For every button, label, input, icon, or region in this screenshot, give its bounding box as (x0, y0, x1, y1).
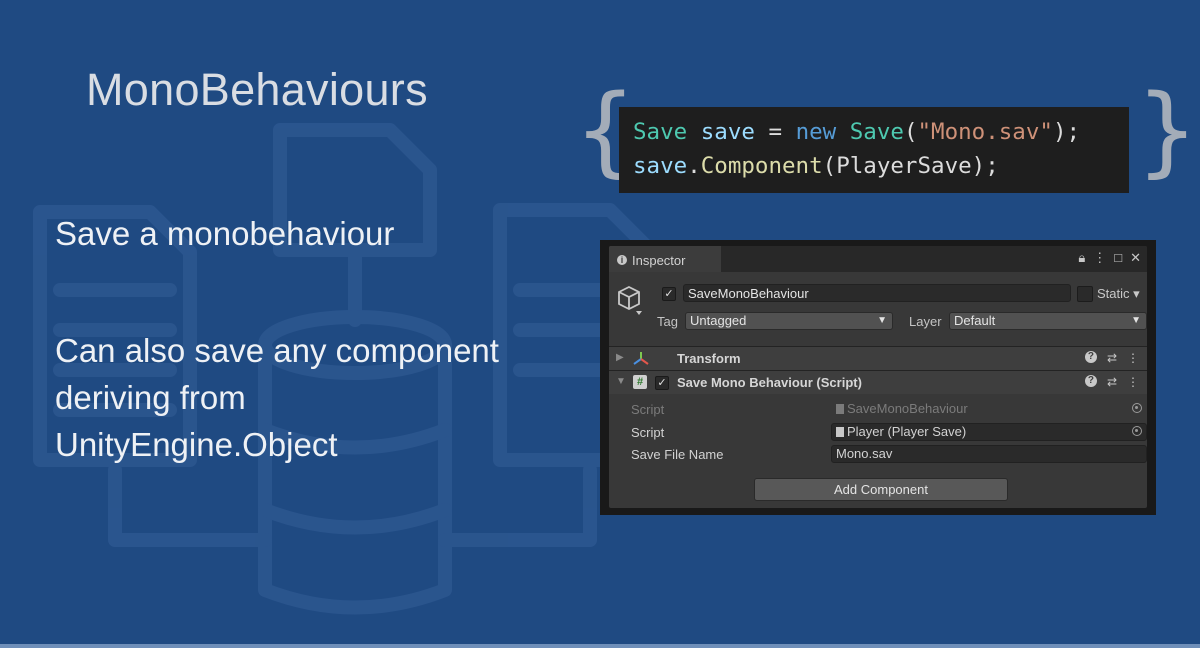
right-brace: } (1136, 74, 1199, 188)
component-enabled-checkbox[interactable]: ✓ (655, 376, 669, 390)
tab-inspector[interactable]: i Inspector (609, 246, 721, 272)
fold-arrow-icon[interactable]: ▶ (616, 352, 624, 363)
layer-dropdown[interactable]: Default ▼ (949, 312, 1147, 330)
component-title: Save Mono Behaviour (Script) (677, 375, 862, 390)
property-label-script-target: Script (631, 425, 665, 440)
code-line-2: save.Component(PlayerSave); (633, 153, 999, 179)
gameobject-cube-icon[interactable] (617, 284, 645, 316)
chevron-down-icon: ▼ (877, 315, 887, 326)
property-label-save-file-name: Save File Name (631, 447, 724, 462)
script-hash-icon: # (633, 375, 647, 389)
gameobject-header: ✓ SaveMonoBehaviour Static ▾ Tag Untagge… (609, 272, 1147, 346)
static-checkbox[interactable] (1077, 286, 1093, 302)
transform-icon (633, 352, 649, 365)
chevron-down-icon: ▼ (1131, 315, 1141, 326)
add-component-button[interactable]: Add Component (754, 478, 1008, 501)
maximize-icon[interactable]: □ (1114, 250, 1122, 266)
info-icon: i (617, 255, 627, 265)
more-options-icon[interactable]: ⋮ (1127, 375, 1139, 389)
object-picker-icon[interactable] (1132, 426, 1142, 436)
save-file-name-input[interactable]: Mono.sav (831, 445, 1147, 463)
component-transform[interactable]: ▶ Transform ? ⇄ ⋮ (609, 346, 1147, 370)
script-reference-field: SaveMonoBehaviour (831, 400, 1147, 418)
inspector-window: i Inspector 🔒︎ ⋮ □ ✕ ✓ SaveMonoBehaviour… (600, 240, 1156, 515)
code-line-1: Save save = new Save("Mono.sav"); (633, 119, 1081, 145)
inspector-tabbar: i Inspector 🔒︎ ⋮ □ ✕ (609, 246, 1147, 272)
help-icon[interactable]: ? (1084, 351, 1097, 363)
layer-label: Layer (909, 314, 942, 329)
script-file-icon (836, 427, 844, 437)
help-icon[interactable]: ? (1084, 375, 1097, 387)
static-dropdown[interactable]: Static ▾ (1097, 286, 1140, 302)
script-file-icon (836, 404, 844, 414)
bullet-save-monobehaviour: Save a monobehaviour (55, 215, 395, 252)
script-object-field[interactable]: Player (Player Save) (831, 423, 1147, 441)
code-snippet: Save save = new Save("Mono.sav"); save.Co… (619, 107, 1129, 193)
bullet-any-component: Can also save any component deriving fro… (55, 332, 499, 463)
more-options-icon[interactable]: ⋮ (1127, 351, 1139, 365)
gameobject-name-input[interactable]: SaveMonoBehaviour (683, 284, 1071, 302)
lock-icon[interactable]: 🔒︎ (1078, 250, 1085, 266)
component-title: Transform (677, 351, 741, 366)
component-save-mono-behaviour[interactable]: ▼ # ✓ Save Mono Behaviour (Script) ? ⇄ ⋮ (609, 370, 1147, 394)
tag-label: Tag (657, 314, 678, 329)
more-options-icon[interactable]: ⋮ (1093, 250, 1106, 266)
presets-icon[interactable]: ⇄ (1107, 375, 1117, 389)
presets-icon[interactable]: ⇄ (1107, 351, 1117, 365)
bottom-accent-line (0, 644, 1200, 648)
fold-arrow-icon[interactable]: ▼ (616, 376, 626, 387)
object-picker-icon (1132, 403, 1142, 413)
property-label-script: Script (631, 402, 665, 417)
close-icon[interactable]: ✕ (1130, 250, 1141, 266)
slide-title: MonoBehaviours (86, 64, 428, 115)
tag-dropdown[interactable]: Untagged ▼ (685, 312, 893, 330)
active-checkbox[interactable]: ✓ (662, 287, 676, 301)
